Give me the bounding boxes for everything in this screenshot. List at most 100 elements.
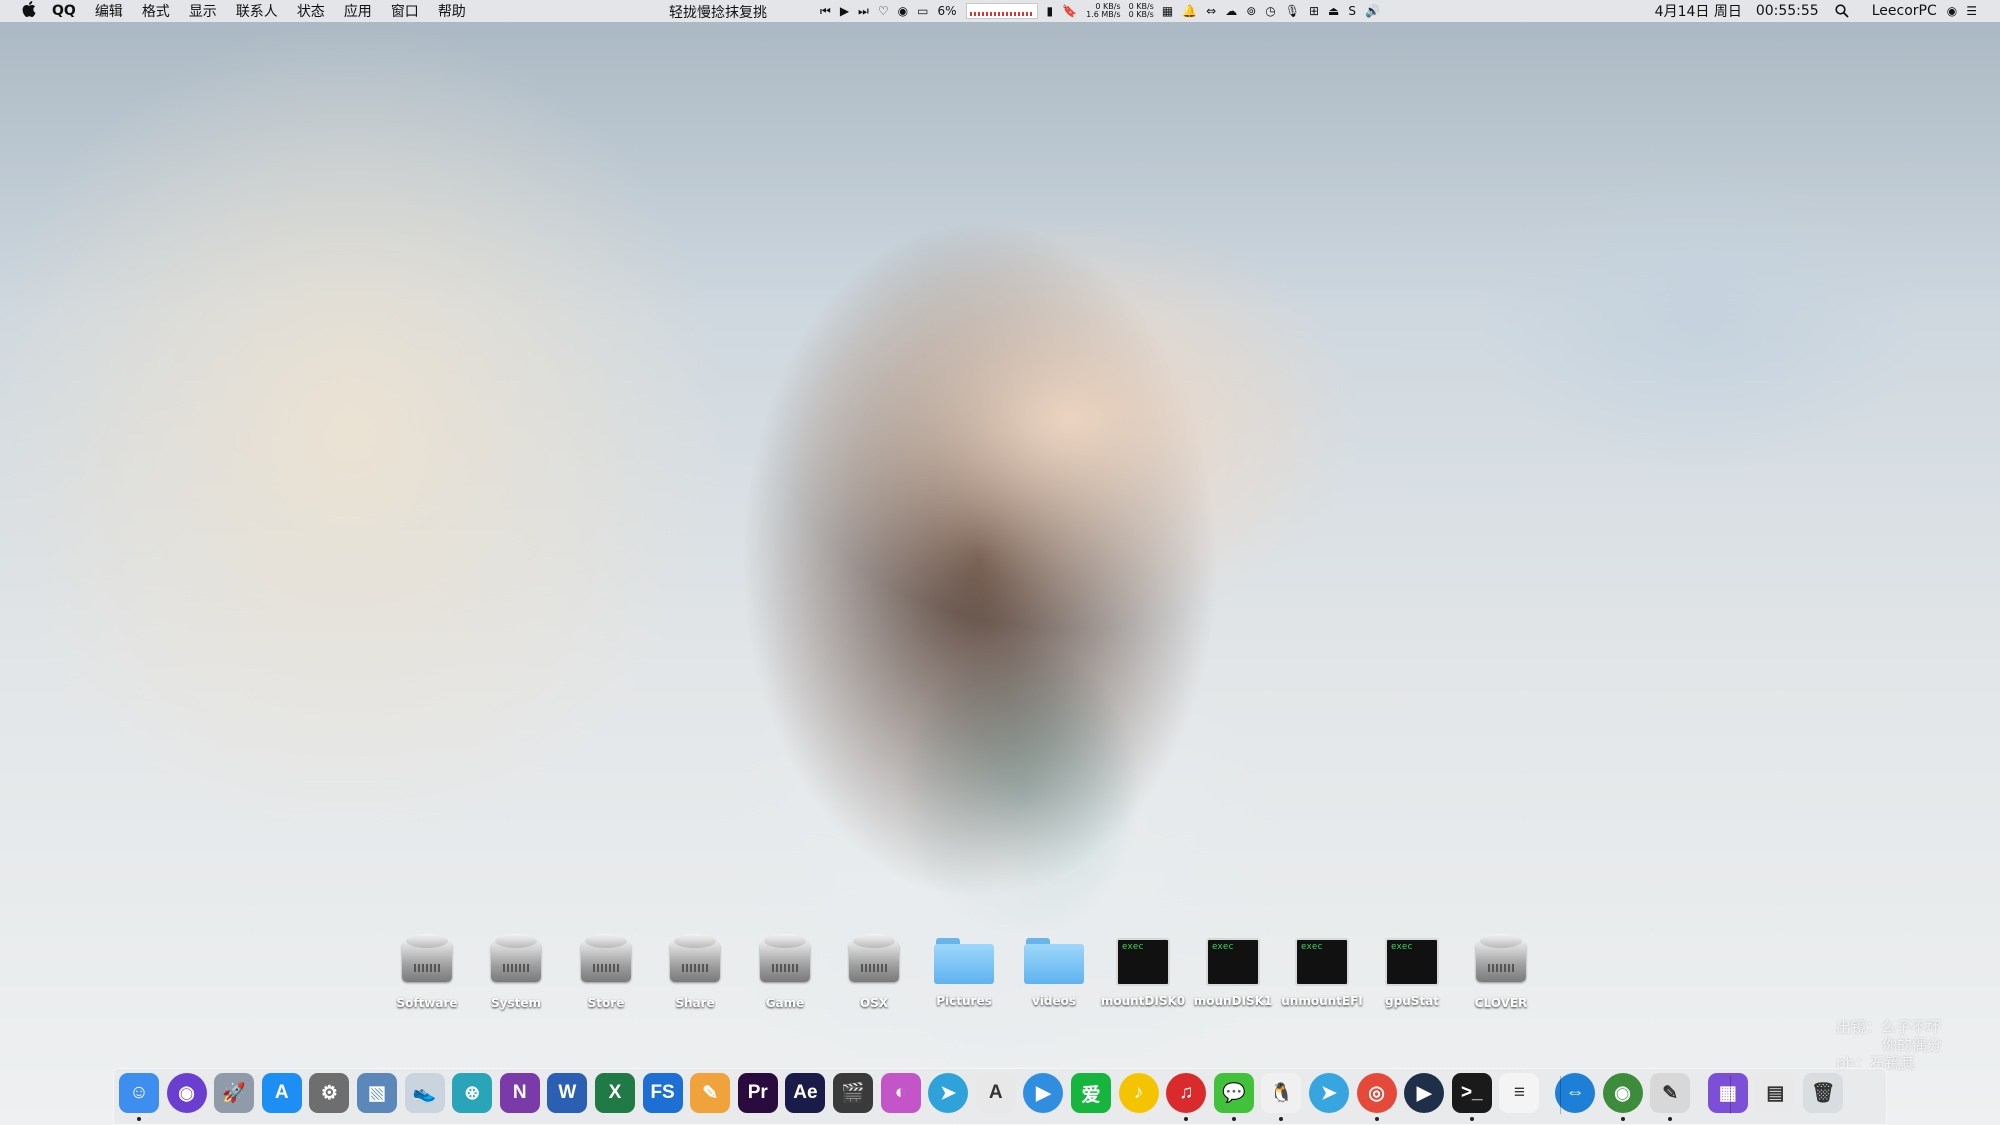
after-effects-icon[interactable]: Ae	[785, 1073, 826, 1113]
qq-icon[interactable]: 🐧	[1261, 1073, 1302, 1113]
menu-apps[interactable]: 应用	[344, 1, 372, 21]
desktop-folder-videos[interactable]: videos	[1010, 930, 1098, 1008]
launchpad-icon[interactable]: 🚀	[214, 1073, 255, 1113]
desktop-disk-store[interactable]: Store	[562, 930, 650, 1010]
menu-contacts[interactable]: 联系人	[236, 1, 278, 21]
desktop-disk-share[interactable]: Share	[651, 930, 739, 1010]
apple-icon[interactable]	[20, 1, 38, 21]
menu-bar-right: 4月14日 周日 00:55:55 LeecorPC ◉ ☰	[1655, 0, 1986, 22]
siri-icon[interactable]: ◉	[166, 1073, 207, 1113]
cpu-percent[interactable]: 6%	[937, 4, 956, 18]
pages-icon[interactable]: ✎	[690, 1073, 731, 1113]
clock-date[interactable]: 4月14日 周日	[1655, 1, 1742, 21]
play-icon[interactable]: ▶	[840, 4, 849, 18]
dock-separator	[1730, 1076, 1731, 1114]
pixelmator-icon[interactable]: ◐	[880, 1073, 921, 1113]
wechat-icon[interactable]: 💬	[1213, 1073, 1254, 1113]
trash-icon[interactable]: 🗑	[1803, 1073, 1843, 1113]
running-indicator	[1374, 1117, 1379, 1121]
running-indicator	[137, 1117, 141, 1121]
previous-track-icon[interactable]: ⏮	[820, 4, 831, 19]
desktop-disk-game[interactable]: Game	[741, 930, 829, 1010]
eject-icon[interactable]: ⏏	[1328, 4, 1339, 18]
app-menu-qq[interactable]: QQ	[52, 3, 76, 19]
sync-icon[interactable]: ⊚	[1246, 4, 1256, 18]
siri-menu-icon[interactable]: ◉	[1947, 4, 1957, 18]
desktop-exec-gpustat[interactable]: exec gpuStat	[1368, 930, 1456, 1008]
desktop-icon-label: CLOVER	[1474, 996, 1528, 1010]
textedit-icon[interactable]: ≡	[1499, 1073, 1540, 1113]
telegram-icon[interactable]: ➤	[928, 1073, 969, 1113]
premiere-icon[interactable]: Pr	[737, 1073, 778, 1113]
system-preferences-icon[interactable]: ⚙	[309, 1073, 350, 1113]
bookmark-icon[interactable]: 🔖	[1062, 4, 1077, 18]
grid-icon[interactable]: ▦	[1162, 4, 1173, 18]
cloud-icon[interactable]: ☁	[1225, 4, 1237, 18]
menu-edit[interactable]: 编辑	[95, 1, 123, 21]
time-machine-icon[interactable]: ◷	[1265, 4, 1275, 18]
script-editor-icon[interactable]: ✎	[1650, 1073, 1691, 1113]
user-name[interactable]: LeecorPC	[1872, 3, 1937, 19]
acrobat-icon[interactable]: A	[975, 1073, 1016, 1113]
chrome-icon[interactable]: ◎	[1356, 1073, 1397, 1113]
quicktime-icon[interactable]: ▶	[1404, 1073, 1445, 1113]
running-indicator	[1469, 1117, 1474, 1121]
fs-icon[interactable]: FS	[642, 1073, 683, 1113]
display-icon[interactable]: ▭	[917, 4, 928, 18]
volume-icon[interactable]: 🔊	[1365, 4, 1380, 18]
memory-icon[interactable]: ▮	[1047, 4, 1054, 18]
desktop-folder-pictures[interactable]: Pictures	[920, 930, 1008, 1008]
network-speed-secondary[interactable]: 0 KB/s 0 KB/s	[1129, 3, 1154, 19]
final-cut-icon[interactable]: 🎬	[833, 1073, 873, 1113]
network-tool-icon[interactable]: ⊛	[452, 1073, 493, 1113]
sneaker-icon[interactable]: 👟	[404, 1073, 445, 1113]
network-speed[interactable]: 0 KB/s 1.6 MB/s	[1086, 3, 1121, 19]
menu-window[interactable]: 窗口	[391, 1, 419, 21]
terminal-icon[interactable]: >_	[1451, 1073, 1492, 1113]
desktop-exec-moundisk1[interactable]: exec mounDISK1	[1189, 930, 1277, 1008]
teamviewer-status-icon[interactable]: ⇔	[1206, 4, 1216, 18]
gpu-monitor-icon[interactable]: ◉	[1602, 1073, 1643, 1113]
hard-disk-icon	[489, 930, 543, 988]
desktop-disk-clover[interactable]: CLOVER	[1457, 930, 1545, 1010]
desktop-disk-software[interactable]: Software	[383, 930, 471, 1010]
documents-stack-icon[interactable]: ▤	[1755, 1073, 1796, 1113]
iqiyi-icon[interactable]: 爱	[1071, 1073, 1111, 1113]
onenote-icon[interactable]: N	[499, 1073, 540, 1113]
terminal-exec-icon: exec	[1206, 938, 1260, 986]
menu-bar: QQ 编辑 格式 显示 联系人 状态 应用 窗口 帮助 轻拢慢捻抹复挑 ⏮ ▶ …	[0, 0, 2000, 22]
terminal-exec-icon: exec	[1295, 938, 1349, 986]
desktop: QQ 编辑 格式 显示 联系人 状态 应用 窗口 帮助 轻拢慢捻抹复挑 ⏮ ▶ …	[0, 0, 2000, 1125]
word-icon[interactable]: W	[547, 1073, 588, 1113]
input-method-icon[interactable]: ⊞	[1309, 4, 1319, 18]
credit-line-2: 你的偶分	[1882, 1036, 1943, 1054]
next-track-icon[interactable]: ⏭	[858, 4, 869, 19]
app-folder-stack-icon[interactable]: ▦	[1707, 1073, 1748, 1113]
desktop-disk-osx[interactable]: OSX	[830, 930, 918, 1010]
music-icon[interactable]: ♪	[1118, 1073, 1159, 1113]
microphone-icon[interactable]: 🎙	[1285, 4, 1300, 18]
cpu-usage-graph[interactable]	[965, 3, 1038, 19]
netease-status-icon[interactable]: ◉	[898, 4, 908, 18]
menu-status[interactable]: 状态	[297, 1, 325, 21]
netease-music-icon[interactable]: ♫	[1166, 1073, 1207, 1113]
menu-view[interactable]: 显示	[189, 1, 217, 21]
sogou-icon[interactable]: S	[1348, 4, 1356, 18]
app-store-icon[interactable]: A	[261, 1073, 302, 1113]
menu-help[interactable]: 帮助	[438, 1, 466, 21]
desktop-exec-mountdisk0[interactable]: exec mountDISK0	[1099, 930, 1187, 1008]
telegram-desktop-icon[interactable]: ➤	[1309, 1073, 1349, 1113]
favorite-heart-icon[interactable]: ♡	[878, 4, 889, 18]
preview-icon[interactable]: ▧	[357, 1073, 397, 1113]
desktop-exec-unmountefi[interactable]: exec unmountEFI	[1278, 930, 1366, 1008]
clock-time[interactable]: 00:55:55	[1756, 3, 1819, 19]
teamviewer-icon[interactable]: ⇔	[1555, 1073, 1595, 1113]
menu-format[interactable]: 格式	[142, 1, 170, 21]
notification-center-icon[interactable]: ☰	[1966, 4, 1977, 18]
desktop-disk-system[interactable]: System	[472, 930, 560, 1010]
finder-icon[interactable]: ☺	[119, 1073, 159, 1113]
now-playing-title[interactable]: 轻拢慢捻抹复挑	[669, 2, 767, 22]
notification-bell-icon[interactable]: 🔔	[1182, 4, 1197, 18]
spotlight-search-icon[interactable]	[1835, 4, 1849, 18]
excel-icon[interactable]: X	[595, 1073, 635, 1113]
